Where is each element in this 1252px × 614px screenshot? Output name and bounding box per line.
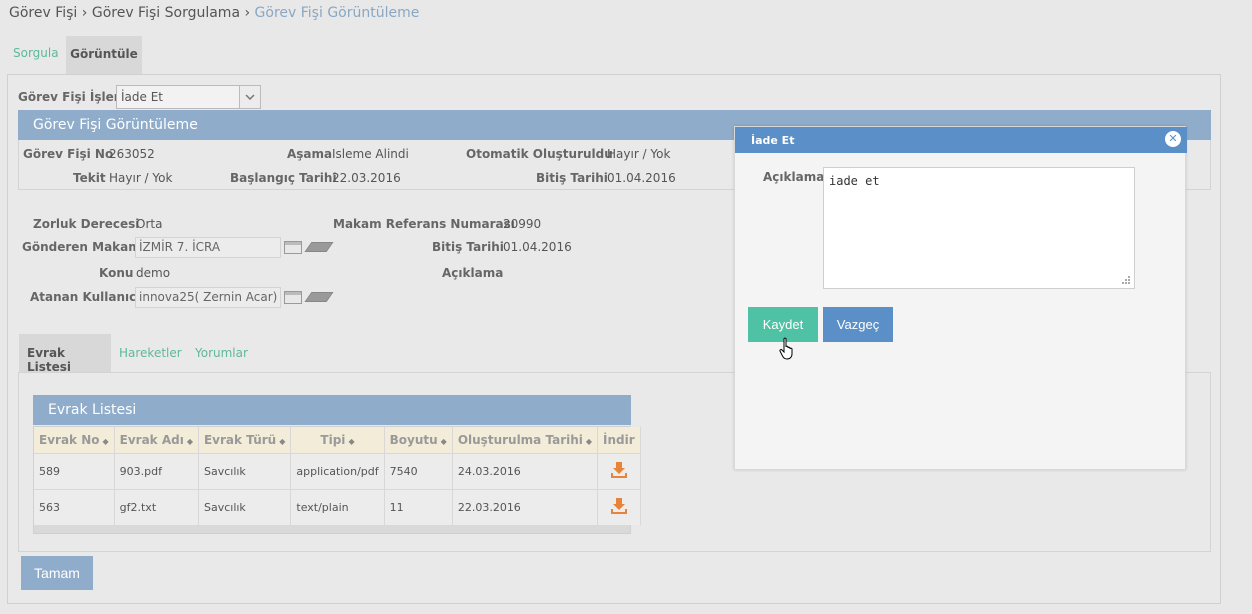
tekit-label: Tekit [73,171,106,185]
vazgec-button[interactable]: Vazgeç [823,307,893,342]
breadcrumb: Görev Fişi › Görev Fişi Sorgulama › Göre… [9,5,419,21]
baslangic-label: Başlangıç Tarihi [230,171,337,185]
breadcrumb-item-gorev-fisi[interactable]: Görev Fişi [9,5,77,21]
makam-ref-label: Makam Referans Numarası [333,217,515,231]
cell-evrak-adi: gf2.txt [114,488,199,525]
gonderen-input[interactable]: İZMİR 7. İCRA [135,237,281,258]
tab-sorgula[interactable]: Sorgula [13,46,59,60]
close-icon[interactable]: ✕ [1165,131,1181,147]
cell-tipi: application/pdf [290,452,385,489]
tekit-value: Hayır / Yok [109,171,173,185]
zorluk-label: Zorluk Derecesi [33,217,140,231]
table-row[interactable]: 589 903.pdf Savcılık application/pdf 754… [34,452,641,489]
column-header-olusturulma-tarihi[interactable]: Oluşturulma Tarihi ◆ [452,427,599,453]
gorev-fisi-no-label: Görev Fişi No [23,147,114,161]
islem-label: Görev Fişi İşlem [18,90,127,104]
grid-footer [34,525,630,533]
hand-cursor-icon [779,337,793,360]
atanan-label: Atanan Kullanıcı [30,290,141,304]
gorev-fisi-no-value: 263052 [109,147,155,161]
list-picker-icon[interactable] [284,241,302,254]
breadcrumb-item-sorgulama[interactable]: Görev Fişi Sorgulama [92,5,240,21]
cell-boyutu: 11 [384,488,453,525]
islem-select[interactable]: İade Et [116,85,261,109]
otomatik-label: Otomatik Oluşturuldu [466,147,613,161]
zorluk-value: Orta [136,217,163,231]
column-header-evrak-turu[interactable]: Evrak Türü ◆ [198,427,292,453]
cell-evrak-no: 563 [34,488,115,525]
download-icon[interactable] [610,461,628,479]
list-picker-icon[interactable] [284,291,302,304]
cell-evrak-turu: Savcılık [198,452,292,489]
islem-select-value: İade Et [121,90,163,104]
tab-yorumlar[interactable]: Yorumlar [195,346,248,360]
column-header-evrak-adi[interactable]: Evrak Adı ◆ [114,427,199,453]
iade-et-dialog: İade Et ✕ Açıklama iade et Kaydet Vazgeç [734,126,1187,470]
column-header-evrak-no[interactable]: Evrak No ◆ [34,427,115,453]
cell-evrak-no: 589 [34,452,115,489]
breadcrumb-current: Görev Fişi Görüntüleme [254,5,420,21]
bitis-label: Bitiş Tarihi [536,171,608,185]
tab-evrak-listesi[interactable]: Evrak Listesi [19,334,111,374]
tab-hareketler[interactable]: Hareketler [119,346,182,360]
evrak-grid-title: Evrak Listesi [33,395,631,425]
bitis2-value: 01.04.2016 [503,240,572,254]
atanan-input[interactable]: innova25( Zernin Acar) [135,287,281,308]
cell-evrak-adi: 903.pdf [114,452,199,489]
download-icon[interactable] [610,497,628,515]
konu-value: demo [136,266,171,280]
cell-boyutu: 7540 [384,452,453,489]
dialog-aciklama-textarea[interactable]: iade et [823,167,1135,289]
cell-evrak-turu: Savcılık [198,488,292,525]
breadcrumb-separator: › [244,5,251,21]
table-row[interactable]: 563 gf2.txt Savcılık text/plain 11 22.03… [34,488,641,525]
otomatik-value: Hayır / Yok [607,147,671,161]
cell-olusturulma-tarihi: 24.03.2016 [452,452,599,489]
cell-indir [597,488,641,525]
tamam-button[interactable]: Tamam [21,556,93,590]
column-header-boyutu[interactable]: Boyutu ◆ [384,427,453,453]
column-header-tipi[interactable]: Tipi ◆ [290,427,385,453]
evrak-grid: Evrak No ◆ Evrak Adı ◆ Evrak Türü ◆ Tipi ◆ B… [33,426,641,534]
dialog-title: İade Et [735,127,1187,153]
gonderen-label: Gönderen Makam [22,240,141,254]
cell-tipi: text/plain [290,488,385,525]
bitis-value: 01.04.2016 [607,171,676,185]
chevron-down-icon[interactable] [239,86,260,108]
baslangic-value: 22.03.2016 [332,171,401,185]
resize-handle-icon[interactable] [1121,275,1131,285]
bitis2-label: Bitiş Tarihi [432,240,504,254]
makam-ref-value: 20990 [503,217,542,231]
tab-goruntule[interactable]: Görüntüle [66,36,142,74]
konu-label: Konu [99,266,134,280]
breadcrumb-separator: › [81,5,88,21]
column-header-indir: İndir [597,427,641,453]
cell-olusturulma-tarihi: 22.03.2016 [452,488,599,525]
aciklama-label: Açıklama [442,266,504,280]
dialog-aciklama-label: Açıklama [763,170,825,184]
asama-value: Isleme Alindi [332,147,409,161]
cell-indir [597,452,641,489]
asama-label: Aşama [287,147,333,161]
